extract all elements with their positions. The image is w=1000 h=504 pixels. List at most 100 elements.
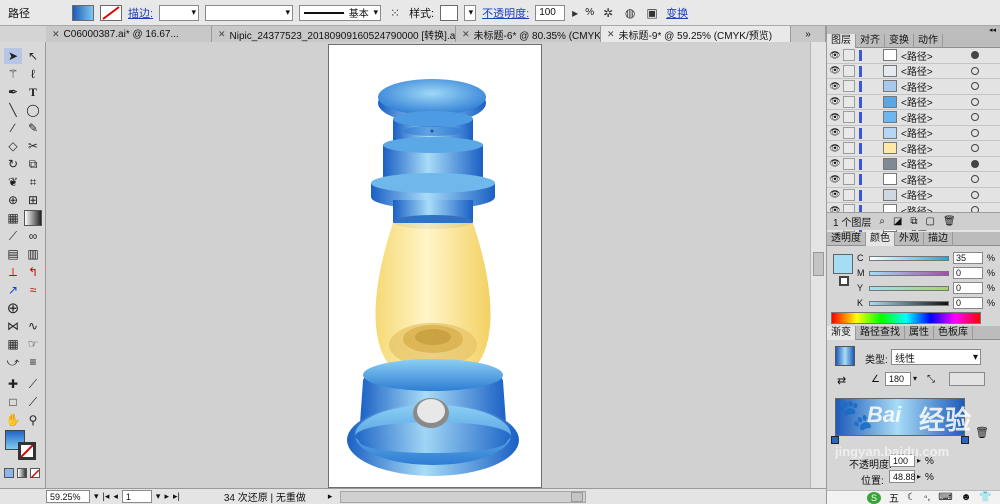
tab-layers[interactable]: 图层: [827, 34, 856, 48]
last-page-icon[interactable]: ▸|: [173, 491, 180, 502]
visibility-eye-icon[interactable]: 👁: [829, 65, 841, 77]
punctuation-icon[interactable]: ◦,: [924, 492, 930, 503]
gradient-position-arrow-icon[interactable]: ▸: [917, 472, 921, 481]
tab-pathfinder[interactable]: 路径查找: [856, 326, 905, 340]
lasso-tool-icon[interactable]: ℓ: [24, 66, 42, 82]
visibility-eye-icon[interactable]: 👁: [829, 111, 841, 123]
y-value[interactable]: 0: [953, 282, 983, 294]
prev-page-icon[interactable]: ◂: [113, 491, 118, 502]
lock-toggle[interactable]: [843, 64, 855, 77]
gradient-preview-swatch[interactable]: [835, 346, 855, 366]
tab-nipic[interactable]: ✕ Nipic_24377523_20180909160524790000 [转换…: [212, 26, 456, 42]
slider-k[interactable]: K 0 %: [857, 297, 995, 309]
moon-icon[interactable]: ☾: [907, 492, 916, 503]
ime-mode[interactable]: 五: [889, 490, 899, 504]
close-tab-icon[interactable]: ✕: [218, 29, 226, 40]
target-circle-icon[interactable]: [971, 128, 979, 137]
stroke-link[interactable]: 描边:: [128, 5, 153, 21]
c-value[interactable]: 35: [953, 252, 983, 264]
slider-m[interactable]: M 0 %: [857, 267, 995, 279]
y-track[interactable]: [869, 285, 949, 291]
new-layer-icon[interactable]: ▢: [926, 216, 935, 227]
locate-object-icon[interactable]: ⌕: [879, 216, 885, 227]
measure-tool-icon[interactable]: ⟋: [24, 394, 42, 410]
hand-brush-tool-icon[interactable]: ☞: [24, 336, 42, 352]
layer-row[interactable]: 👁 <路径>: [827, 79, 1000, 95]
tab-c06000387[interactable]: ✕ C06000387.ai* @ 16.67...: [46, 26, 212, 42]
color-stroke-preview[interactable]: [839, 276, 849, 286]
artboard[interactable]: [328, 44, 542, 488]
column-graph-tool-icon[interactable]: ▥: [24, 246, 42, 262]
k-value[interactable]: 0: [953, 297, 983, 309]
lock-toggle[interactable]: [843, 142, 855, 155]
gradient-type-dropdown[interactable]: 线性 ▾: [891, 349, 981, 365]
layer-row[interactable]: 👁 <路径>: [827, 63, 1000, 79]
color-fill-preview[interactable]: [833, 254, 853, 274]
k-track[interactable]: [869, 300, 949, 306]
next-page-icon[interactable]: ▸: [164, 491, 169, 502]
stroke-color-swatch[interactable]: [18, 442, 36, 460]
target-circle-icon[interactable]: [971, 113, 979, 122]
graphic-style-dropdown[interactable]: ▾: [464, 4, 477, 21]
tab-color[interactable]: 颜色: [866, 232, 895, 246]
layer-row[interactable]: 👁 <路径>: [827, 141, 1000, 157]
target-circle-icon[interactable]: [971, 66, 979, 75]
angle-dropdown-icon[interactable]: ▾: [913, 374, 917, 383]
globe-icon[interactable]: ◍: [622, 5, 638, 21]
list-tool-icon[interactable]: ≡: [24, 354, 42, 370]
tab-transparency[interactable]: 透明度: [827, 232, 866, 246]
zoom-field[interactable]: 59.25%: [46, 490, 90, 503]
target-circle-icon[interactable]: [971, 97, 979, 106]
layer-row[interactable]: 👁 <路径>: [827, 156, 1000, 172]
selection-tool-icon[interactable]: ➤: [4, 48, 22, 64]
tab-untitled-6[interactable]: ✕ 未标题-6* @ 80.35% (CMYK...: [456, 26, 601, 42]
scroll-thumb[interactable]: [813, 252, 824, 276]
paintbrush-tool-icon[interactable]: ∕: [4, 120, 22, 136]
none-mode-icon[interactable]: [30, 468, 40, 479]
opacity-arrow-icon[interactable]: ▸: [571, 5, 579, 21]
transform-link[interactable]: 变换: [666, 5, 688, 21]
color-spectrum-bar[interactable]: [831, 312, 981, 324]
status-arrow-icon[interactable]: ▸: [328, 491, 333, 502]
visibility-eye-icon[interactable]: 👁: [829, 142, 841, 154]
align-icon[interactable]: ▣: [644, 5, 660, 21]
graphic-style-swatch[interactable]: [440, 4, 459, 21]
c-track[interactable]: [869, 255, 949, 261]
lock-toggle[interactable]: [843, 126, 855, 139]
layer-row[interactable]: 👁 <路径>: [827, 172, 1000, 188]
scroll-thumb[interactable]: [571, 491, 584, 502]
page-dropdown-icon[interactable]: ▾: [156, 491, 161, 502]
fill-swatch[interactable]: [72, 4, 94, 21]
m-value[interactable]: 0: [953, 267, 983, 279]
tab-transform[interactable]: 变换: [885, 34, 914, 48]
angle-input[interactable]: 180: [885, 372, 911, 386]
layer-row[interactable]: 👁 <路径>: [827, 94, 1000, 110]
slider-y[interactable]: Y 0 %: [857, 282, 995, 294]
pencil-tool-icon[interactable]: ✎: [24, 120, 42, 136]
visibility-eye-icon[interactable]: 👁: [829, 80, 841, 92]
warp-tool-icon[interactable]: ❦: [4, 174, 22, 190]
gradient-tool-icon[interactable]: [24, 210, 42, 226]
slice-tool-icon[interactable]: ↰: [24, 264, 42, 280]
scale-tool-icon[interactable]: ⧉: [24, 156, 42, 172]
ime-logo-icon[interactable]: S: [867, 491, 881, 504]
collapse-dock-icon[interactable]: ◂◂: [989, 26, 996, 34]
mesh-tool-icon[interactable]: ▦: [4, 210, 22, 226]
tab-appearance[interactable]: 外观: [895, 232, 924, 246]
tab-swatch-libs[interactable]: 色板库: [934, 326, 973, 340]
lock-toggle[interactable]: [843, 111, 855, 124]
layer-row[interactable]: 👁 <路径>: [827, 48, 1000, 64]
width-tool-icon[interactable]: ↗: [4, 282, 22, 298]
reverse-gradient-icon[interactable]: ⇄: [837, 374, 846, 387]
wave-tool-icon[interactable]: ∿: [24, 318, 42, 334]
opacity-link[interactable]: 不透明度:: [482, 5, 529, 21]
visibility-eye-icon[interactable]: 👁: [829, 189, 841, 201]
make-clip-mask-icon[interactable]: ◪: [893, 216, 902, 227]
shirt-icon[interactable]: 👕: [979, 492, 991, 503]
stroke-weight-dropdown[interactable]: ▾: [159, 4, 200, 21]
visibility-eye-icon[interactable]: 👁: [829, 49, 841, 61]
symbol-icon[interactable]: ⁙: [387, 5, 403, 21]
artboard-tool-icon[interactable]: ⟂: [4, 264, 22, 280]
horizontal-scrollbar[interactable]: [340, 490, 587, 503]
scissors-tool-icon[interactable]: ✂: [24, 138, 42, 154]
